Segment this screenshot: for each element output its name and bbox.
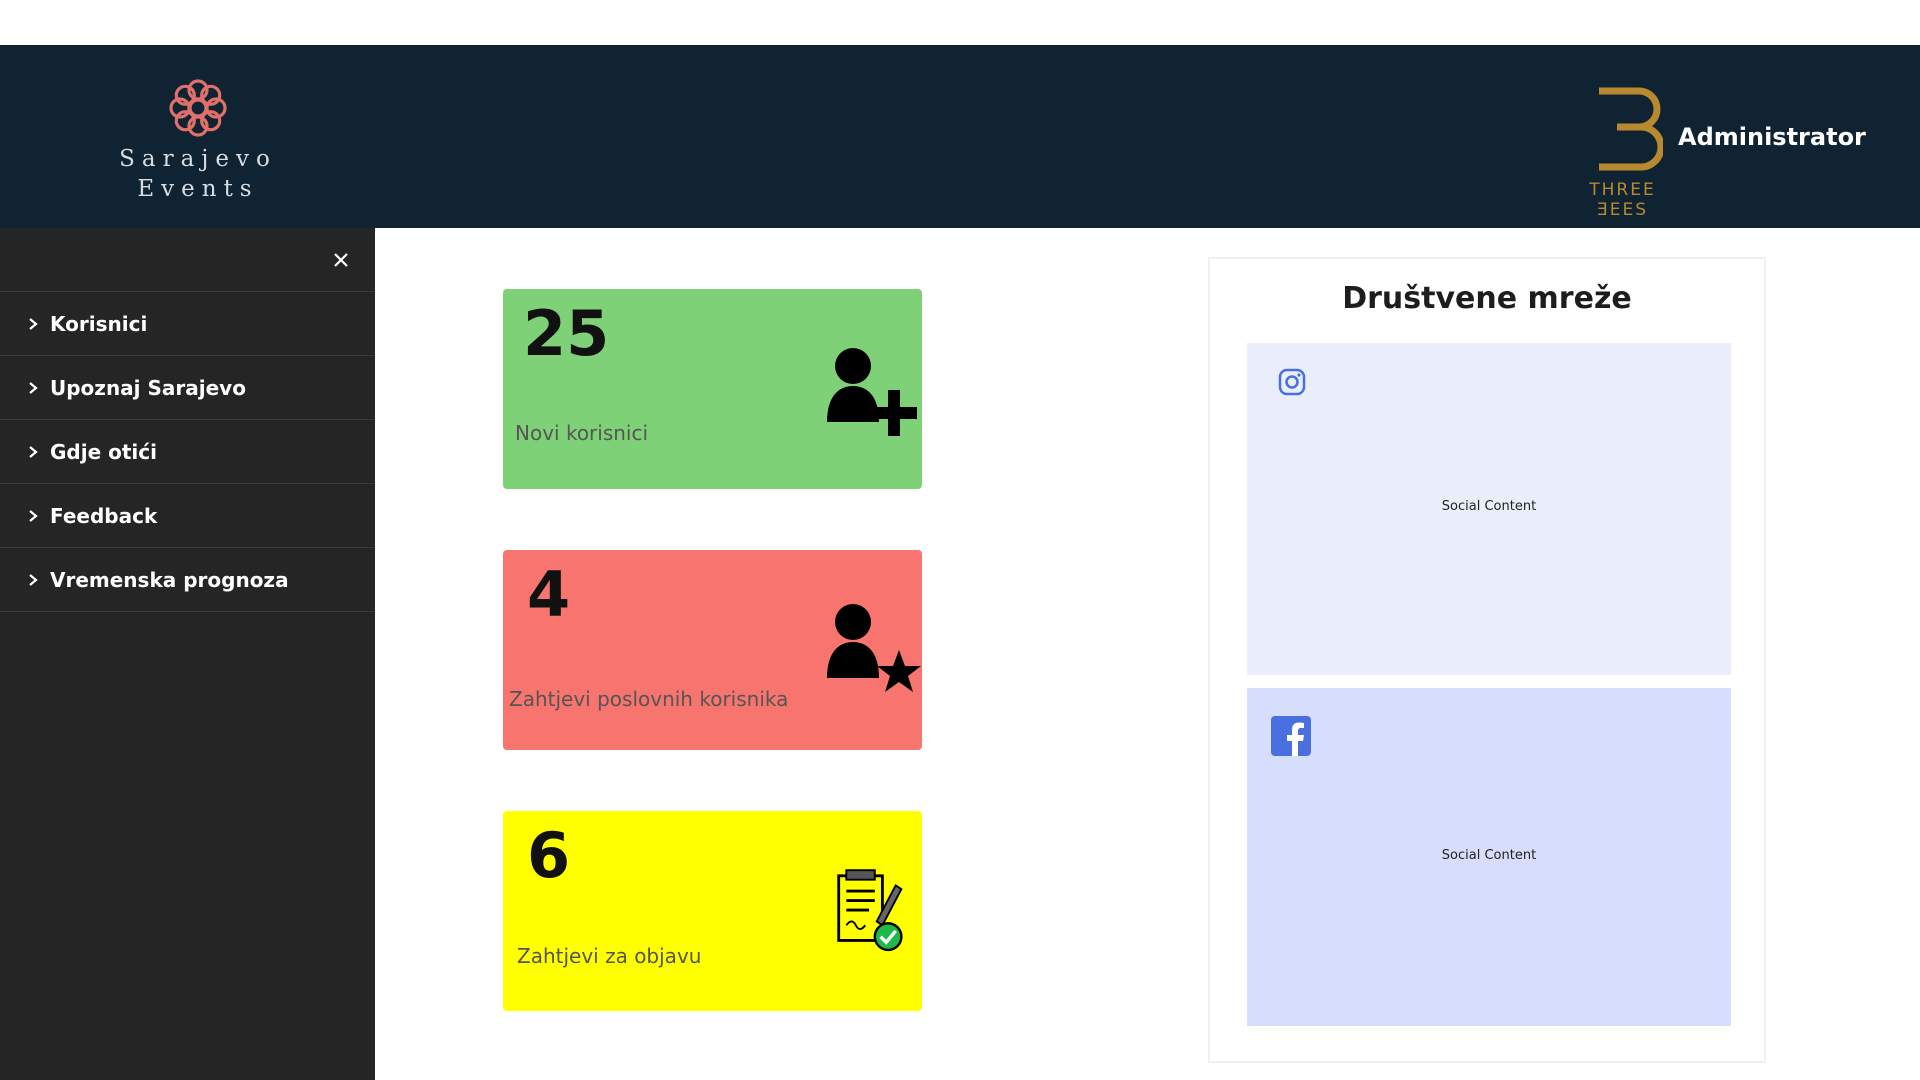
sidebar-top [0,228,375,292]
sidebar-item-upoznaj-sarajevo[interactable]: Upoznaj Sarajevo [0,356,375,420]
approved-document-icon [837,869,903,952]
stat-card-business-requests[interactable]: 4 Zahtjevi poslovnih korisnika [503,550,922,750]
sidebar-item-label: Korisnici [50,311,148,336]
business-user-star-icon [827,604,921,692]
app-header: Sarajevo Events THREE ƎEES Administrator [0,45,1920,228]
top-strip [0,0,1920,45]
chevron-right-icon [29,381,38,394]
chevron-right-icon [29,445,38,458]
rosette-logo-icon [169,79,227,137]
chevron-right-icon [29,509,38,522]
social-panel-title: Društvene mreže [1342,281,1632,316]
chevron-right-icon [29,317,38,330]
stat-card-new-users[interactable]: 25 Novi korisnici [503,289,922,489]
three-bees-logo: THREE ƎEES [1565,85,1680,220]
instagram-feed-box[interactable]: Social Content [1247,343,1731,675]
stat-card-publish-requests[interactable]: 6 Zahtjevi za objavu [503,811,922,1011]
logo-text-line1: Sarajevo [119,146,277,172]
sidebar-item-korisnici[interactable]: Korisnici [0,292,375,356]
sidebar-item-label: Feedback [50,503,158,528]
three-bees-b-icon [1598,87,1664,171]
chevron-right-icon [29,573,38,586]
stat-label: Zahtjevi za objavu [517,944,702,968]
sidebar: Korisnici Upoznaj Sarajevo Gdje otići Fe… [0,228,375,1080]
stat-value: 6 [527,819,571,892]
social-content-text: Social Content [1441,499,1537,514]
stat-label: Novi korisnici [515,421,649,445]
stat-value: 25 [523,297,610,370]
close-icon[interactable] [327,246,355,274]
sidebar-item-feedback[interactable]: Feedback [0,484,375,548]
sidebar-item-gdje-otici[interactable]: Gdje otići [0,420,375,484]
logo-text-line2: Events [137,176,259,202]
social-media-panel: Društvene mreže Social Content Social Co… [1208,257,1766,1063]
add-user-icon [827,348,917,436]
social-content-text: Social Content [1441,848,1537,863]
instagram-icon[interactable] [1277,367,1307,397]
brand-text: THREE ƎEES [1589,180,1656,220]
facebook-icon[interactable] [1271,716,1311,756]
sidebar-item-label: Vremenska prognoza [50,567,289,592]
stat-label: Zahtjevi poslovnih korisnika [509,687,789,711]
user-role-label[interactable]: Administrator [1678,117,1878,157]
sidebar-item-label: Gdje otići [50,439,157,464]
sarajevo-events-logo[interactable]: Sarajevo Events [118,75,278,205]
sidebar-item-label: Upoznaj Sarajevo [50,375,246,400]
stat-value: 4 [527,558,571,631]
facebook-feed-box[interactable]: Social Content [1247,688,1731,1026]
sidebar-item-vremenska-prognoza[interactable]: Vremenska prognoza [0,548,375,612]
